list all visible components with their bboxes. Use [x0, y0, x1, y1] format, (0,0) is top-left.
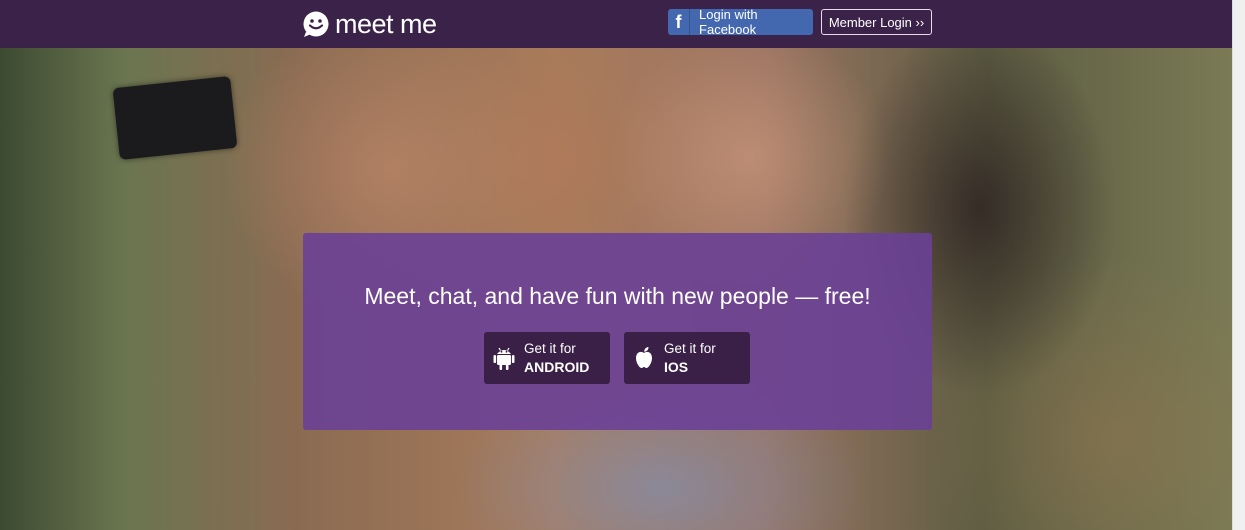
selfie-phone-image	[112, 76, 238, 160]
hero-card: Meet, chat, and have fun with new people…	[303, 233, 932, 430]
facebook-login-label: Login with Facebook	[699, 7, 758, 37]
vertical-scrollbar[interactable]	[1232, 0, 1245, 530]
android-icon	[493, 347, 515, 370]
logo-text: meet me	[335, 8, 437, 39]
smiley-logo-icon	[303, 11, 329, 37]
android-button-line2: ANDROID	[524, 359, 590, 375]
facebook-icon: f	[668, 9, 691, 35]
member-login-label: Member Login ››	[828, 14, 925, 30]
top-navigation-bar: meet me f Login with Facebook Member Log…	[0, 0, 1233, 48]
login-with-facebook-button[interactable]: f Login with Facebook	[668, 7, 813, 37]
android-button-line1: Get it for	[524, 341, 576, 356]
ios-download-button[interactable]: Get it for IOS	[624, 332, 750, 384]
ios-button-line2: IOS	[664, 359, 689, 375]
hero-headline: Meet, chat, and have fun with new people…	[364, 283, 871, 309]
ios-button-line1: Get it for	[664, 341, 716, 356]
hero-background-photo: Meet, chat, and have fun with new people…	[0, 48, 1233, 530]
member-login-button[interactable]: Member Login ››	[821, 9, 932, 35]
apple-icon	[636, 347, 652, 368]
android-download-button[interactable]: Get it for ANDROID	[484, 332, 610, 384]
meetme-logo[interactable]: meet me	[302, 8, 437, 40]
